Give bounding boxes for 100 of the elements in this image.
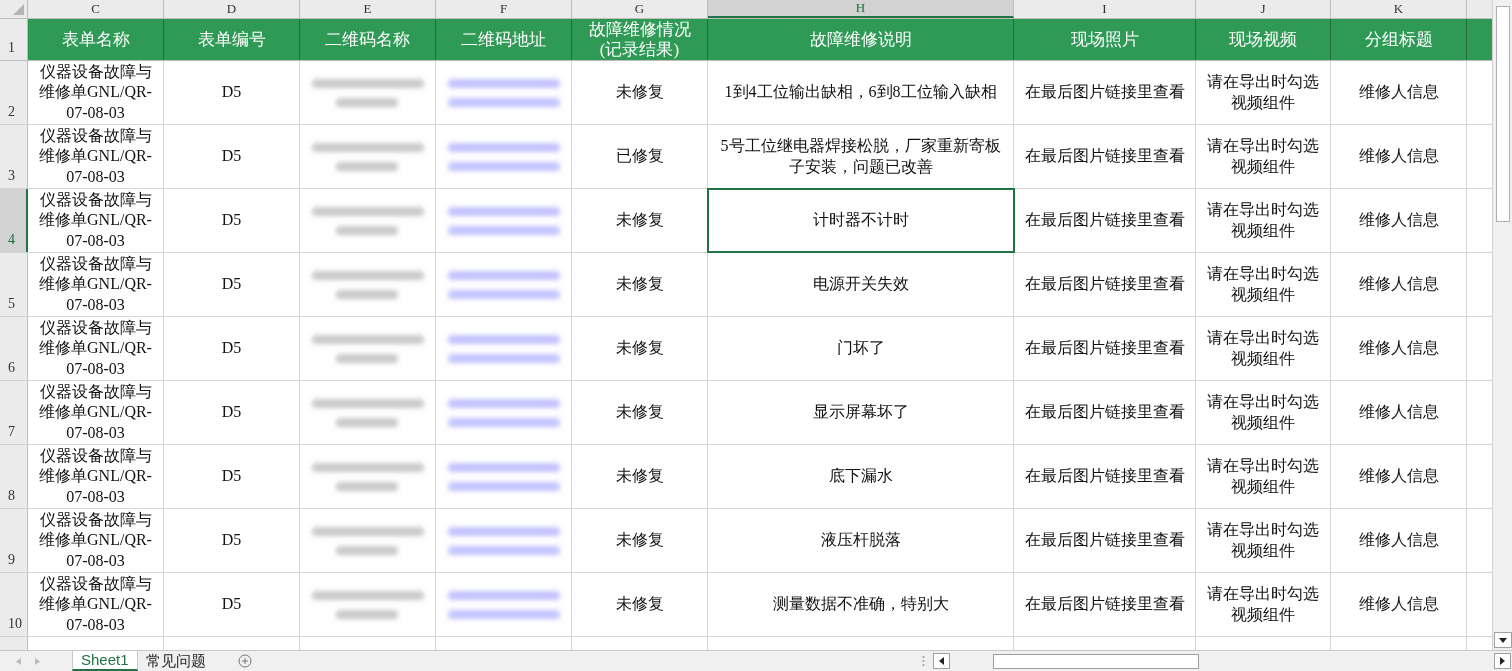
table-cell: 维修人信息	[1331, 61, 1467, 124]
scroll-left-button[interactable]	[933, 653, 950, 669]
table-cell: 测量数据不准确，特别大	[708, 573, 1014, 636]
column-title: 分组标题	[1331, 19, 1467, 60]
table-cell: 仪器设备故障与维修单GNL/QR-07-08-03	[28, 61, 164, 124]
table-cell: 仪器设备故障与维修单GNL/QR-07-08-03	[28, 509, 164, 572]
table-cell: D5	[164, 381, 300, 444]
next-sheet-icon[interactable]	[35, 657, 40, 665]
table-cell: 未修复	[572, 253, 708, 316]
table-cell: 请在导出时勾选视频组件	[1196, 317, 1331, 380]
row-number[interactable]: 4	[0, 189, 28, 252]
horizontal-scrollbar[interactable]	[933, 652, 1511, 670]
column-header[interactable]: D	[164, 0, 300, 18]
row-number[interactable]: 7	[0, 381, 28, 444]
table-cell: D5	[164, 253, 300, 316]
table-cell: 维修人信息	[1331, 445, 1467, 508]
down-arrow-icon	[1498, 637, 1507, 643]
table-cell: 仪器设备故障与维修单GNL/QR-07-08-03	[28, 253, 164, 316]
row-number[interactable]: 6	[0, 317, 28, 380]
column-header[interactable]: J	[1196, 0, 1331, 18]
table-cell: D5	[164, 125, 300, 188]
table-cell: 在最后图片链接里查看	[1014, 61, 1196, 124]
table-cell: 维修人信息	[1331, 125, 1467, 188]
table-cell: 仪器设备故障与维修单GNL/QR-07-08-03	[28, 317, 164, 380]
column-title: 表单编号	[164, 19, 300, 60]
column-header[interactable]: C	[28, 0, 164, 18]
table-cell: 1到4工位输出缺相，6到8工位输入缺相	[708, 61, 1014, 124]
table-cell: 请在导出时勾选视频组件	[1196, 189, 1331, 252]
table-cell: 仪器设备故障与维修单GNL/QR-07-08-03	[28, 189, 164, 252]
column-title: 现场照片	[1014, 19, 1196, 60]
table-cell: 维修人信息	[1331, 317, 1467, 380]
table-cell: 在最后图片链接里查看	[1014, 381, 1196, 444]
table-cell: 请在导出时勾选视频组件	[1196, 445, 1331, 508]
table-cell: 请在导出时勾选视频组件	[1196, 509, 1331, 572]
table-cell: 请在导出时勾选视频组件	[1196, 573, 1331, 636]
table-cell: 计时器不计时	[708, 189, 1014, 252]
table-cell: D5	[164, 189, 300, 252]
column-title: 二维码名称	[300, 19, 436, 60]
column-header[interactable]: H	[708, 0, 1014, 18]
table-cell: 维修人信息	[1331, 189, 1467, 252]
table-cell: D5	[164, 317, 300, 380]
table-cell: 已修复	[572, 125, 708, 188]
table-cell: 请在导出时勾选视频组件	[1196, 125, 1331, 188]
sheet-tab[interactable]: Sheet1	[72, 651, 138, 671]
column-header[interactable]: F	[436, 0, 572, 18]
row-number[interactable]: 9	[0, 509, 28, 572]
table-cell: D5	[164, 573, 300, 636]
table-cell: 底下漏水	[708, 445, 1014, 508]
add-sheet-icon[interactable]	[237, 654, 252, 668]
column-header[interactable]: K	[1331, 0, 1467, 18]
scroll-right-button[interactable]	[1494, 653, 1511, 669]
table-cell: 未修复	[572, 61, 708, 124]
select-all-icon[interactable]	[13, 4, 24, 15]
row-number[interactable]: 5	[0, 253, 28, 316]
table-cell: 在最后图片链接里查看	[1014, 189, 1196, 252]
row-number[interactable]: 10	[0, 573, 28, 636]
column-title: 故障维修说明	[708, 19, 1014, 60]
table-cell: 在最后图片链接里查看	[1014, 317, 1196, 380]
row-number[interactable]: 3	[0, 125, 28, 188]
row-number[interactable]: 8	[0, 445, 28, 508]
table-cell: 请在导出时勾选视频组件	[1196, 61, 1331, 124]
vertical-scrollbar[interactable]	[1492, 0, 1512, 650]
row-number[interactable]: 1	[0, 19, 28, 60]
right-arrow-icon	[1500, 657, 1505, 665]
table-cell: 维修人信息	[1331, 509, 1467, 572]
table-cell: 门坏了	[708, 317, 1014, 380]
table-cell: 液压杆脱落	[708, 509, 1014, 572]
previous-sheet-icon[interactable]	[16, 657, 21, 665]
column-title: 现场视频	[1196, 19, 1331, 60]
scroll-down-button[interactable]	[1493, 632, 1512, 648]
table-cell: 未修复	[572, 573, 708, 636]
column-header[interactable]: I	[1014, 0, 1196, 18]
column-title: 故障维修情况 (记录结果)	[572, 19, 708, 60]
scroll-thumb[interactable]	[1495, 6, 1510, 222]
table-cell: 未修复	[572, 509, 708, 572]
column-title: 表单名称	[28, 19, 164, 60]
table-cell: D5	[164, 445, 300, 508]
left-arrow-icon	[939, 657, 944, 665]
table-cell: 未修复	[572, 189, 708, 252]
table-cell: 在最后图片链接里查看	[1014, 125, 1196, 188]
row-number[interactable]: 2	[0, 61, 28, 124]
sheet-tab[interactable]: 常见问题	[137, 651, 214, 671]
table-cell: 在最后图片链接里查看	[1014, 445, 1196, 508]
table-cell: D5	[164, 61, 300, 124]
table-cell: 请在导出时勾选视频组件	[1196, 253, 1331, 316]
table-cell: 维修人信息	[1331, 573, 1467, 636]
scroll-thumb[interactable]	[993, 653, 1199, 669]
table-cell: 仪器设备故障与维修单GNL/QR-07-08-03	[28, 573, 164, 636]
column-title: 二维码地址	[436, 19, 572, 60]
splitter-icon[interactable]	[922, 655, 925, 667]
header-fill	[1467, 19, 1492, 60]
table-cell: 仪器设备故障与维修单GNL/QR-07-08-03	[28, 381, 164, 444]
table-cell: 5号工位继电器焊接松脱，厂家重新寄板子安装，问题已改善	[708, 125, 1014, 188]
table-cell: 请在导出时勾选视频组件	[1196, 381, 1331, 444]
table-cell: 电源开关失效	[708, 253, 1014, 316]
table-cell: 未修复	[572, 445, 708, 508]
column-header[interactable]: E	[300, 0, 436, 18]
table-cell: 在最后图片链接里查看	[1014, 509, 1196, 572]
table-cell: 在最后图片链接里查看	[1014, 253, 1196, 316]
table-cell: 维修人信息	[1331, 253, 1467, 316]
